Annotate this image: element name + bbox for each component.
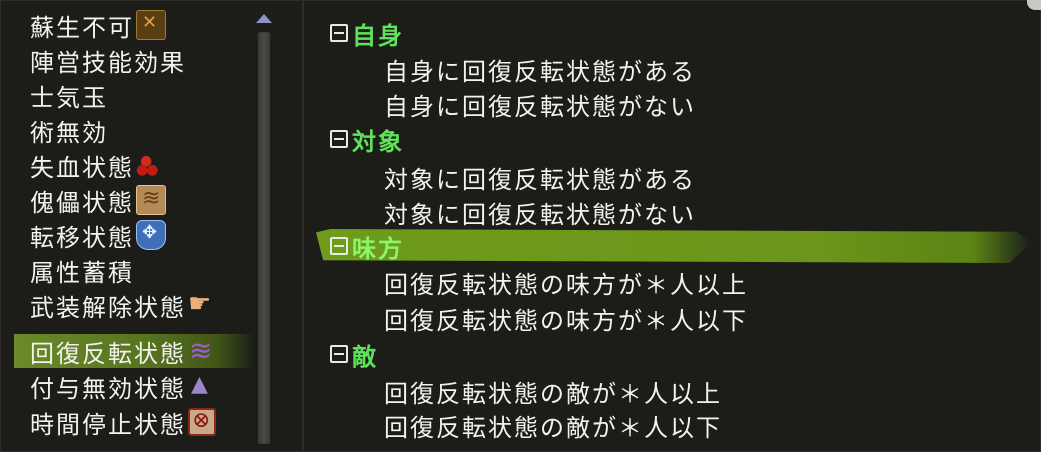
list-item-label: 蘇生不可 — [30, 13, 134, 42]
list-item-label: 陣営技能効果 — [30, 48, 186, 77]
tree-leaf[interactable]: 対象に回復反転状態がある — [384, 160, 696, 194]
time-stop-icon — [188, 408, 216, 436]
buff-nullify-icon — [188, 372, 216, 400]
list-scrollbar[interactable] — [256, 14, 272, 444]
scroll-thumb[interactable] — [259, 33, 269, 443]
scroll-track[interactable] — [258, 32, 270, 444]
tree-leaf[interactable]: 自身に回復反転状態がない — [384, 87, 696, 121]
condition-picker-window: 蘇生不可 陣営技能効果 士気玉 術無効 失血状態 傀儡状態 転移状態 属性蓄積 … — [0, 0, 1041, 452]
collapse-icon[interactable] — [330, 237, 348, 255]
collapse-icon[interactable] — [330, 24, 348, 42]
list-item-disarm[interactable]: 武装解除状態 — [14, 288, 254, 322]
scroll-up-arrow-icon[interactable] — [256, 14, 272, 23]
list-item-spell-immunity[interactable]: 術無効 — [14, 113, 254, 147]
tree-group-target[interactable]: 対象 — [330, 122, 404, 156]
list-item-revive-disabled[interactable]: 蘇生不可 — [14, 8, 254, 42]
transfer-icon — [136, 220, 166, 250]
bleeding-icon — [136, 151, 164, 179]
tree-group-label: 敵 — [352, 341, 378, 371]
window-corner-knob — [1027, 0, 1041, 10]
list-item-label: 転移状態 — [30, 223, 134, 252]
list-item-buff-nullify[interactable]: 付与無効状態 — [14, 369, 254, 403]
list-item-label: 士気玉 — [30, 83, 108, 112]
tree-group-self[interactable]: 自身 — [330, 16, 404, 50]
list-item-morale-orb[interactable]: 士気玉 — [14, 78, 254, 112]
puppet-icon — [136, 185, 166, 215]
tree-group-enemy[interactable]: 敵 — [330, 337, 378, 371]
tree-leaf[interactable]: 回復反転状態の味方が＊人以上 — [384, 265, 748, 299]
list-item-label: 回復反転状態 — [30, 339, 186, 368]
list-item-label: 術無効 — [30, 118, 108, 147]
collapse-icon[interactable] — [330, 345, 348, 363]
list-item-puppet[interactable]: 傀儡状態 — [14, 183, 254, 217]
list-item-heal-reverse[interactable]: 回復反転状態 — [14, 334, 254, 368]
list-item-label: 失血状態 — [30, 153, 134, 182]
disarm-icon — [188, 289, 216, 319]
tree-leaf[interactable]: 回復反転状態の味方が＊人以下 — [384, 301, 748, 335]
tree-group-label: 自身 — [352, 20, 404, 50]
revive-disabled-icon — [136, 10, 166, 40]
list-item-label: 武装解除状態 — [30, 293, 186, 322]
tree-group-label: 味方 — [352, 233, 404, 263]
tree-group-ally[interactable]: 味方 — [316, 229, 1031, 263]
tree-leaf[interactable]: 対象に回復反転状態がない — [384, 195, 696, 229]
list-item-transfer[interactable]: 転移状態 — [14, 218, 254, 252]
tree-leaf[interactable]: 回復反転状態の敵が＊人以下 — [384, 408, 722, 442]
panel-divider — [302, 0, 304, 452]
list-item-bleeding[interactable]: 失血状態 — [14, 148, 254, 182]
heal-reverse-icon — [188, 334, 216, 367]
list-item-faction-skill-effect[interactable]: 陣営技能効果 — [14, 43, 254, 77]
list-item-label: 付与無効状態 — [30, 374, 186, 403]
tree-leaf[interactable]: 回復反転状態の敵が＊人以上 — [384, 374, 722, 408]
condition-tree: 自身 自身に回復反転状態がある 自身に回復反転状態がない 対象 対象に回復反転状… — [316, 12, 1031, 442]
tree-leaf[interactable]: 自身に回復反転状態がある — [384, 52, 696, 86]
collapse-icon[interactable] — [330, 130, 348, 148]
tree-group-label: 対象 — [352, 126, 404, 156]
list-item-element-accumulation[interactable]: 属性蓄積 — [14, 253, 254, 287]
list-item-label: 傀儡状態 — [30, 188, 134, 217]
status-category-list: 蘇生不可 陣営技能効果 士気玉 術無効 失血状態 傀儡状態 転移状態 属性蓄積 … — [14, 8, 254, 448]
list-item-label: 属性蓄積 — [30, 258, 134, 287]
list-item-time-stop[interactable]: 時間停止状態 — [14, 405, 254, 439]
list-item-label: 時間停止状態 — [30, 410, 186, 439]
